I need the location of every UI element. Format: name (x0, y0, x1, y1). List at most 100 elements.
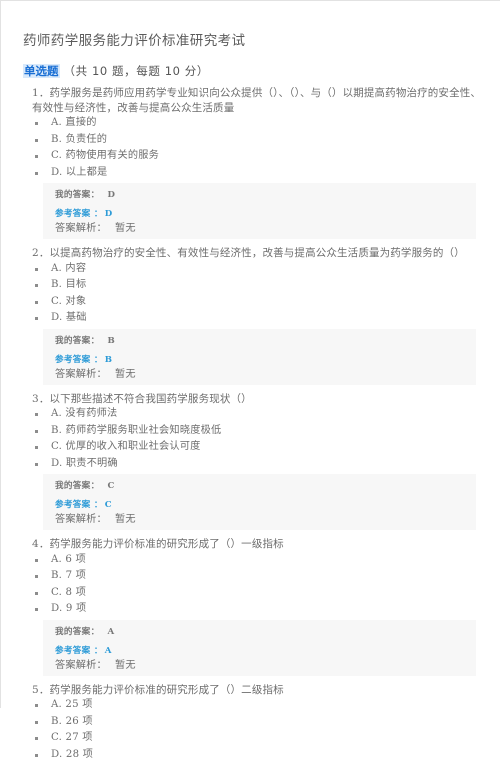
option-label: D. 基础 (51, 312, 87, 323)
option-item[interactable]: D. 9 项 (23, 601, 482, 618)
option-list: A. 6 项 B. 7 项 C. 8 项 D. 9 项 (23, 552, 482, 618)
reference-answer-value: C (105, 500, 112, 510)
bullet-icon (35, 301, 38, 304)
question-stem: 5．药学服务能力评价标准的研究形成了（）二级指标 (23, 683, 482, 698)
explanation-label: 答案解析： (55, 514, 107, 525)
option-item[interactable]: A. 25 项 (23, 697, 482, 714)
bullet-icon (35, 413, 38, 416)
exam-page: 药师药学服务能力评价标准研究考试 单选题（共 10 题，每题 10 分） 1．药… (0, 0, 500, 708)
my-answer-label: 我的答案： (55, 481, 99, 491)
section-header: 单选题 （共 10 题，每题 10 分） (23, 64, 482, 79)
my-answer-row: 我的答案：D (55, 189, 476, 202)
explanation-row: 答案解析： 暂无 (55, 368, 476, 382)
bullet-icon (35, 317, 38, 320)
option-label: C. 优厚的收入和职业社会认可度 (51, 441, 201, 452)
option-list: A. 25 项 B. 26 项 C. 27 项 D. 28 项 (23, 697, 482, 763)
option-item[interactable]: B. 药师药学服务职业社会知晓度极低 (23, 423, 482, 440)
question-block: 5．药学服务能力评价标准的研究形成了（）二级指标 A. 25 项 B. 26 项… (23, 683, 482, 763)
my-answer-row: 我的答案： C (55, 480, 476, 493)
explanation-value: 暂无 (115, 369, 136, 380)
question-stem: 3．以下那些描述不符合我国药学服务现状（） (23, 392, 482, 407)
answer-box: 我的答案：D 参考答案 ：D 答案解析：暂无 (43, 183, 476, 239)
reference-answer-row: 参考答案 ：B (55, 354, 476, 367)
my-answer-label: 我的答案： (55, 627, 99, 637)
explanation-value: 暂无 (115, 660, 136, 671)
explanation-row: 答案解析：暂无 (55, 513, 476, 527)
bullet-icon (35, 139, 38, 142)
question-stem: 1．药学服务是药师应用药学专业知识向公众提供（）、（）、与（）以期提高药物治疗的… (23, 86, 482, 115)
explanation-label: 答案解析： (55, 369, 107, 380)
option-label: B. 药师药学服务职业社会知晓度极低 (51, 425, 221, 436)
bullet-icon (35, 737, 38, 740)
exam-content: 药师药学服务能力评价标准研究考试 单选题（共 10 题，每题 10 分） 1．药… (1, 32, 500, 763)
option-item[interactable]: B. 目标 (23, 277, 482, 294)
my-answer-label: 我的答案： (55, 190, 99, 200)
bullet-icon (35, 559, 38, 562)
bullet-icon (35, 463, 38, 466)
option-label: C. 27 项 (51, 732, 93, 743)
section-meta: （共 10 题，每题 10 分） (64, 64, 210, 78)
question-stem: 2．以提高药物治疗的安全性、有效性与经济性，改善与提高公众生活质量为药学服务的（… (23, 246, 482, 261)
option-label: A. 25 项 (51, 699, 93, 710)
reference-answer-value: B (105, 355, 113, 365)
explanation-label: 答案解析： (55, 660, 107, 671)
option-item[interactable]: D. 基础 (23, 310, 482, 327)
question-block: 3．以下那些描述不符合我国药学服务现状（） A. 没有药师法 B. 药师药学服务… (23, 392, 482, 531)
option-item[interactable]: B. 26 项 (23, 714, 482, 731)
question-stem: 4．药学服务能力评价标准的研究形成了（）一级指标 (23, 537, 482, 552)
explanation-row: 答案解析： 暂无 (55, 659, 476, 673)
option-item[interactable]: D. 28 项 (23, 747, 482, 763)
bullet-icon (35, 575, 38, 578)
bullet-icon (35, 172, 38, 175)
reference-answer-value: D (105, 209, 113, 219)
bullet-icon (35, 284, 38, 287)
option-label: D. 以上都是 (51, 167, 107, 178)
option-label: B. 目标 (51, 279, 86, 290)
option-item[interactable]: C. 对象 (23, 294, 482, 311)
my-answer-value: C (107, 481, 114, 491)
option-item[interactable]: A. 直接的 (23, 115, 482, 132)
option-label: C. 药物使用有关的服务 (51, 150, 159, 161)
my-answer-value: A (107, 627, 114, 637)
option-item[interactable]: C. 27 项 (23, 730, 482, 747)
option-item[interactable]: A. 内容 (23, 261, 482, 278)
option-item[interactable]: C. 8 项 (23, 585, 482, 602)
bullet-icon (35, 430, 38, 433)
bullet-icon (35, 592, 38, 595)
option-label: A. 直接的 (51, 117, 97, 128)
explanation-row: 答案解析：暂无 (55, 222, 476, 236)
question-block: 4．药学服务能力评价标准的研究形成了（）一级指标 A. 6 项 B. 7 项 C… (23, 537, 482, 676)
option-list: A. 直接的 B. 负责任的 C. 药物使用有关的服务 D. 以上都是 (23, 115, 482, 181)
option-item[interactable]: D. 以上都是 (23, 165, 482, 182)
bullet-icon (35, 155, 38, 158)
option-label: A. 内容 (51, 263, 86, 274)
option-item[interactable]: C. 药物使用有关的服务 (23, 148, 482, 165)
option-item[interactable]: A. 没有药师法 (23, 406, 482, 423)
option-label: C. 对象 (51, 296, 86, 307)
reference-answer-label: 参考答案 ： (55, 500, 103, 510)
reference-answer-row: 参考答案 ：A (55, 645, 476, 658)
option-label: A. 6 项 (51, 554, 86, 565)
my-answer-row: 我的答案： A (55, 626, 476, 639)
option-item[interactable]: B. 负责任的 (23, 132, 482, 149)
option-item[interactable]: A. 6 项 (23, 552, 482, 569)
option-label: B. 26 项 (51, 716, 93, 727)
option-label: D. 9 项 (51, 603, 86, 614)
bullet-icon (35, 704, 38, 707)
option-label: B. 7 项 (51, 570, 86, 581)
bullet-icon (35, 122, 38, 125)
bullet-icon (35, 754, 38, 757)
reference-answer-label: 参考答案 ： (55, 646, 103, 656)
option-item[interactable]: D. 职责不明确 (23, 456, 482, 473)
option-item[interactable]: C. 优厚的收入和职业社会认可度 (23, 439, 482, 456)
answer-box: 我的答案： B 参考答案 ：B 答案解析： 暂无 (43, 329, 476, 385)
my-answer-label: 我的答案： (55, 336, 99, 346)
question-block: 2．以提高药物治疗的安全性、有效性与经济性，改善与提高公众生活质量为药学服务的（… (23, 246, 482, 385)
bullet-icon (35, 608, 38, 611)
explanation-label: 答案解析： (55, 223, 107, 234)
reference-answer-label: 参考答案 ： (55, 209, 103, 219)
question-type-badge: 单选题 (23, 64, 60, 78)
question-block: 1．药学服务是药师应用药学专业知识向公众提供（）、（）、与（）以期提高药物治疗的… (23, 86, 482, 239)
option-list: A. 没有药师法 B. 药师药学服务职业社会知晓度极低 C. 优厚的收入和职业社… (23, 406, 482, 472)
option-item[interactable]: B. 7 项 (23, 568, 482, 585)
